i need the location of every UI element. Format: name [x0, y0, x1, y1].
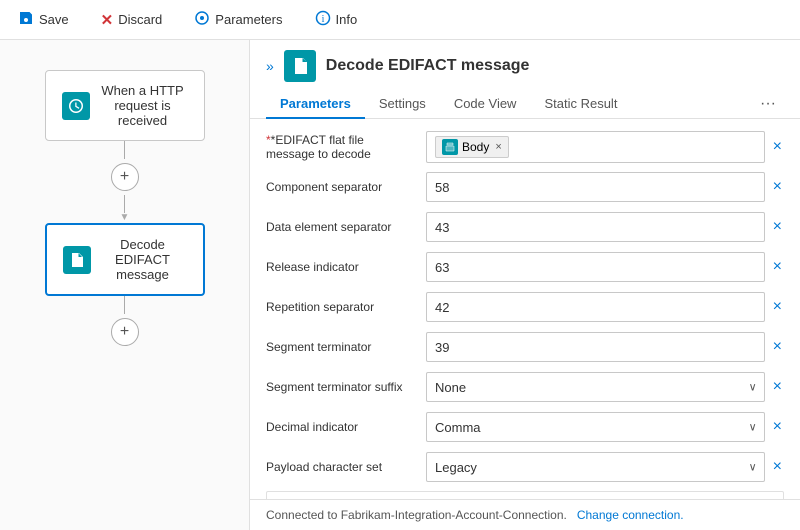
release-indicator-row: Release indicator × — [266, 251, 784, 283]
segment-suffix-label: Segment terminator suffix — [266, 380, 426, 394]
tab-settings[interactable]: Settings — [365, 90, 440, 119]
data-element-label: Data element separator — [266, 220, 426, 234]
add-parameter-row[interactable]: Add new parameter ∨ — [266, 491, 784, 499]
footer-text: Connected to Fabrikam-Integration-Accoun… — [266, 508, 567, 522]
edifact-tag: Body × — [435, 136, 509, 158]
parameters-label: Parameters — [215, 12, 282, 27]
release-indicator-clear-btn[interactable]: × — [771, 256, 784, 278]
main-layout: When a HTTP request is received + ▼ Deco… — [0, 40, 800, 530]
repetition-separator-row: Repetition separator × — [266, 291, 784, 323]
decimal-indicator-select[interactable]: Comma Period — [426, 412, 765, 442]
http-node-label: When a HTTP request is received — [98, 83, 188, 128]
tag-body-label: Body — [462, 140, 489, 154]
connector-2: + — [111, 296, 139, 350]
tabs: Parameters Settings Code View Static Res… — [250, 82, 800, 119]
repetition-separator-label: Repetition separator — [266, 300, 426, 314]
add-step-btn-2[interactable]: + — [111, 318, 139, 346]
save-button[interactable]: Save — [12, 6, 75, 34]
http-node-icon — [62, 92, 90, 120]
right-panel: » Decode EDIFACT message Parameters Sett… — [250, 40, 800, 530]
form-content: **EDIFACT flat file message to decode Bo… — [250, 119, 800, 499]
component-separator-row: Component separator × — [266, 171, 784, 203]
decimal-indicator-select-wrapper: Comma Period ∨ — [426, 412, 765, 442]
segment-suffix-control: None CR LF CRLF ∨ × — [426, 372, 784, 402]
segment-terminator-input[interactable] — [426, 332, 765, 362]
connector-1: + ▼ — [111, 141, 139, 223]
discard-label: Discard — [118, 12, 162, 27]
decode-node-icon — [63, 246, 91, 274]
tag-close-btn[interactable]: × — [495, 141, 501, 153]
decimal-indicator-control: Comma Period ∨ × — [426, 412, 784, 442]
edifact-row: **EDIFACT flat file message to decode Bo… — [266, 131, 784, 163]
edifact-control: Body × × — [426, 131, 784, 163]
discard-icon: ✕ — [101, 11, 114, 29]
tab-more-button[interactable]: ··· — [752, 91, 784, 117]
connector-arrow-1: ▼ — [120, 213, 130, 223]
payload-charset-clear-btn[interactable]: × — [771, 456, 784, 478]
component-separator-control: × — [426, 172, 784, 202]
component-separator-input[interactable] — [426, 172, 765, 202]
tab-static-result[interactable]: Static Result — [530, 90, 631, 119]
repetition-separator-control: × — [426, 292, 784, 322]
panel-title: Decode EDIFACT message — [326, 57, 530, 75]
component-separator-clear-btn[interactable]: × — [771, 176, 784, 198]
parameters-icon — [194, 10, 210, 30]
data-element-input[interactable] — [426, 212, 765, 242]
expand-icon[interactable]: » — [266, 58, 274, 74]
toolbar: Save ✕ Discard Parameters i Info — [0, 0, 800, 40]
connector-line-1 — [124, 141, 125, 159]
decimal-indicator-row: Decimal indicator Comma Period ∨ × — [266, 411, 784, 443]
discard-button[interactable]: ✕ Discard — [95, 7, 169, 33]
tag-icon — [442, 139, 458, 155]
decode-node[interactable]: Decode EDIFACT message — [45, 223, 205, 296]
payload-charset-select[interactable]: Legacy UNOA UNOB — [426, 452, 765, 482]
panel-title-icon — [284, 50, 316, 82]
repetition-separator-input[interactable] — [426, 292, 765, 322]
segment-suffix-select-wrapper: None CR LF CRLF ∨ — [426, 372, 765, 402]
repetition-separator-clear-btn[interactable]: × — [771, 296, 784, 318]
panel-header: » Decode EDIFACT message — [250, 40, 800, 82]
info-icon: i — [315, 10, 331, 30]
tab-code-view[interactable]: Code View — [440, 90, 531, 119]
info-label: Info — [336, 12, 358, 27]
segment-suffix-select[interactable]: None CR LF CRLF — [426, 372, 765, 402]
segment-suffix-clear-btn[interactable]: × — [771, 376, 784, 398]
segment-terminator-control: × — [426, 332, 784, 362]
payload-charset-select-wrapper: Legacy UNOA UNOB ∨ — [426, 452, 765, 482]
canvas: When a HTTP request is received + ▼ Deco… — [0, 40, 250, 530]
tab-parameters[interactable]: Parameters — [266, 90, 365, 119]
connector-line-2 — [124, 195, 125, 213]
release-indicator-label: Release indicator — [266, 260, 426, 274]
segment-terminator-label: Segment terminator — [266, 340, 426, 354]
release-indicator-control: × — [426, 252, 784, 282]
data-element-clear-btn[interactable]: × — [771, 216, 784, 238]
save-label: Save — [39, 12, 69, 27]
info-button[interactable]: i Info — [309, 6, 364, 34]
segment-suffix-row: Segment terminator suffix None CR LF CRL… — [266, 371, 784, 403]
data-element-control: × — [426, 212, 784, 242]
decimal-indicator-label: Decimal indicator — [266, 420, 426, 434]
http-node[interactable]: When a HTTP request is received — [45, 70, 205, 141]
payload-charset-label: Payload character set — [266, 460, 426, 474]
payload-charset-row: Payload character set Legacy UNOA UNOB ∨… — [266, 451, 784, 483]
panel-footer: Connected to Fabrikam-Integration-Accoun… — [250, 499, 800, 530]
segment-terminator-clear-btn[interactable]: × — [771, 336, 784, 358]
segment-terminator-row: Segment terminator × — [266, 331, 784, 363]
parameters-button[interactable]: Parameters — [188, 6, 288, 34]
data-element-row: Data element separator × — [266, 211, 784, 243]
add-step-btn-1[interactable]: + — [111, 163, 139, 191]
decode-node-label: Decode EDIFACT message — [99, 237, 187, 282]
decimal-indicator-clear-btn[interactable]: × — [771, 416, 784, 438]
payload-charset-control: Legacy UNOA UNOB ∨ × — [426, 452, 784, 482]
release-indicator-input[interactable] — [426, 252, 765, 282]
edifact-clear-btn[interactable]: × — [771, 136, 784, 158]
edifact-label: **EDIFACT flat file message to decode — [266, 133, 426, 161]
change-connection-link[interactable]: Change connection. — [577, 508, 684, 522]
edifact-tag-input[interactable]: Body × — [426, 131, 765, 163]
connector-line-3 — [124, 296, 125, 314]
svg-text:i: i — [321, 14, 324, 25]
save-icon — [18, 10, 34, 30]
component-separator-label: Component separator — [266, 180, 426, 194]
